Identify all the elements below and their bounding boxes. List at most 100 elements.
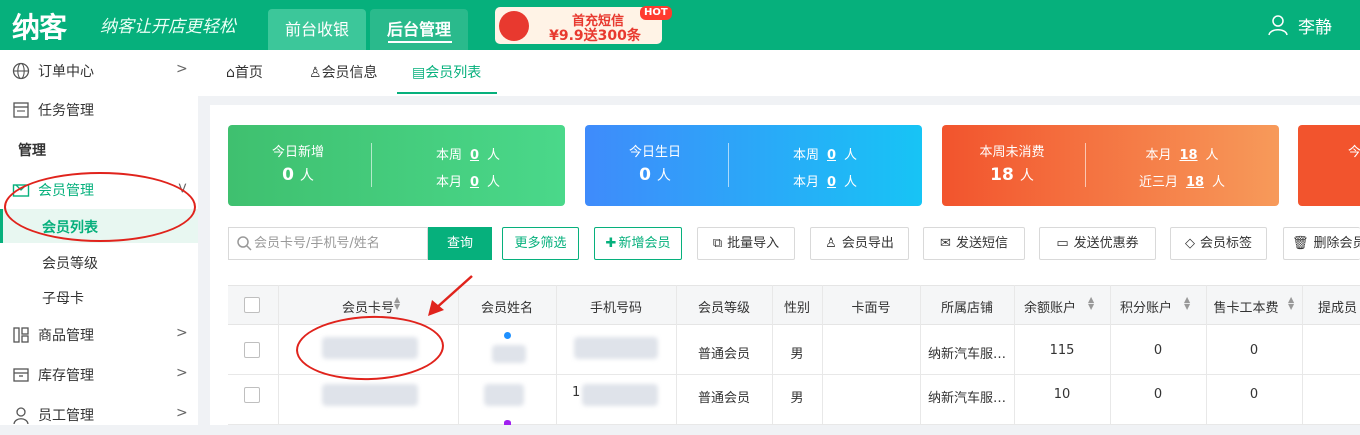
sidebar-sub-label: 子母卡	[42, 291, 84, 307]
stat-card-no-consumption-week[interactable]: 本周未消费 18 人 本月 18 人 近三月 18 人	[942, 125, 1279, 206]
sidebar-sub-member-level[interactable]: 会员等级	[0, 245, 198, 279]
sort-icon[interactable]: ▲ ▼	[1184, 296, 1190, 311]
status-dot	[504, 332, 511, 339]
col-commission[interactable]: 提成员	[1318, 297, 1360, 316]
chevron-right-icon: >	[176, 405, 188, 421]
tab-member-info[interactable]: ♙会员信息	[309, 62, 378, 82]
nav-back-office[interactable]: 后台管理	[370, 9, 468, 50]
masked-member-name	[492, 345, 526, 363]
export-member-button[interactable]: ♙ 会员导出	[810, 227, 909, 260]
sort-icon[interactable]: ▲ ▼	[1088, 296, 1094, 311]
column-divider	[772, 285, 773, 425]
sidebar-item-label: 管理	[18, 143, 46, 159]
stat-month: 本月 0 人	[792, 175, 858, 190]
sidebar-item-inventory[interactable]: 库存管理 >	[0, 355, 198, 395]
row-checkbox[interactable]	[244, 342, 260, 358]
sidebar-item-label: 商品管理	[38, 328, 94, 344]
sidebar-item-tasks[interactable]: 任务管理	[0, 90, 198, 130]
stat-value: 0人	[282, 165, 314, 185]
task-icon	[13, 102, 29, 118]
sidebar-item-label: 任务管理	[38, 103, 94, 119]
column-divider	[822, 285, 823, 425]
send-sms-button[interactable]: ✉ 发送短信	[923, 227, 1025, 260]
tab-member-list[interactable]: ▤会员列表	[412, 62, 481, 82]
staff-icon	[13, 407, 29, 424]
sidebar-sub-parent-child-card[interactable]: 子母卡	[0, 280, 198, 314]
button-label: 新增会员	[618, 236, 671, 251]
stat-card-birthday-today[interactable]: 今日生日 0人 本周 0 人 本月 0 人	[585, 125, 922, 206]
col-card-fee[interactable]: 售卡工本费	[1206, 297, 1286, 316]
stat-week: 本周 0 人	[435, 148, 501, 163]
add-member-button[interactable]: ✚ 新增会员	[594, 227, 682, 260]
stat-card-new-today[interactable]: 今日新增 0人 本周 0 人 本月 0 人	[228, 125, 565, 206]
stat-card-partial[interactable]: 今	[1298, 125, 1360, 206]
cell-level: 普通会员	[697, 347, 750, 362]
chevron-right-icon: >	[176, 61, 188, 77]
col-phone[interactable]: 手机号码	[556, 297, 676, 316]
sort-icon[interactable]: ▲ ▼	[394, 296, 400, 311]
chevron-right-icon: >	[176, 325, 188, 341]
cell-level: 普通会员	[697, 391, 750, 406]
sidebar-item-products[interactable]: 商品管理 >	[0, 315, 198, 355]
sidebar-item-staff[interactable]: 员工管理 >	[0, 395, 198, 435]
user-name[interactable]: 李静	[1298, 13, 1332, 38]
search-input[interactable]	[252, 228, 424, 259]
tab-home[interactable]: ⌂首页	[226, 62, 263, 82]
row-checkbox[interactable]	[244, 387, 260, 403]
cell-balance: 10	[1053, 387, 1071, 402]
more-filter-button[interactable]: 更多筛选	[502, 227, 579, 260]
sidebar-item-orders[interactable]: 订单中心 >	[0, 51, 198, 91]
button-label: 会员导出	[841, 236, 894, 251]
column-divider	[1014, 285, 1015, 425]
coupon-icon: ▭	[1056, 236, 1069, 251]
col-balance[interactable]: 余额账户	[1014, 297, 1086, 316]
stat-month: 本月 18 人	[1145, 148, 1219, 163]
stat-value: 18 人	[990, 165, 1034, 185]
tab-active-indicator	[397, 92, 497, 94]
cell-points: 0	[1153, 343, 1163, 358]
stat-divider	[728, 143, 729, 187]
send-coupon-button[interactable]: ▭ 发送优惠券	[1039, 227, 1156, 260]
button-label: 会员标签	[1199, 236, 1252, 251]
column-divider	[278, 285, 279, 425]
col-gender[interactable]: 性别	[772, 297, 822, 316]
app-logo[interactable]: 纳客	[12, 6, 67, 46]
chevron-right-icon: >	[176, 365, 188, 381]
cell-balance: 115	[1049, 343, 1075, 358]
button-label: 发送优惠券	[1073, 236, 1139, 251]
stat-title: 今	[1348, 145, 1360, 160]
import-icon: ⧉	[712, 236, 723, 251]
bulk-import-button[interactable]: ⧉ 批量导入	[697, 227, 795, 260]
select-all-checkbox[interactable]	[244, 297, 260, 313]
stat-week: 本周 0 人	[792, 148, 858, 163]
sidebar-item-manage[interactable]: 管理	[0, 130, 198, 170]
sidebar-item-label: 库存管理	[38, 368, 94, 384]
delete-member-button[interactable]: 🗑 删除会员	[1283, 227, 1360, 260]
member-tag-button[interactable]: ◇ 会员标签	[1170, 227, 1267, 260]
sort-icon[interactable]: ▲ ▼	[1288, 296, 1294, 311]
masked-member-name	[484, 384, 524, 406]
button-label: 批量导入	[727, 236, 780, 251]
cell-gender: 男	[790, 347, 804, 362]
search-icon	[237, 236, 252, 251]
stat-three-months: 近三月 18 人	[1138, 175, 1226, 190]
column-divider	[556, 285, 557, 425]
tab-label: 会员信息	[321, 65, 378, 81]
column-divider	[1206, 285, 1207, 425]
nav-front-cashier[interactable]: 前台收银	[268, 9, 366, 50]
col-points[interactable]: 积分账户	[1110, 297, 1182, 316]
col-card-face[interactable]: 卡面号	[822, 297, 920, 316]
col-store[interactable]: 所属店铺	[920, 297, 1014, 316]
search-button[interactable]: 查询	[428, 227, 492, 260]
user-icon[interactable]	[1268, 14, 1288, 36]
button-label: 删除会员	[1313, 236, 1360, 251]
cell-store: 纳新汽车服…	[927, 391, 1006, 406]
plus-icon: ✚	[605, 236, 617, 251]
masked-phone	[574, 337, 658, 359]
sidebar-item-label: 订单中心	[38, 64, 94, 80]
stat-value: 0人	[639, 165, 671, 185]
user-export-icon: ♙	[825, 236, 837, 251]
stat-title: 今日新增	[271, 145, 324, 160]
button-label: 发送短信	[955, 236, 1008, 251]
col-member-level[interactable]: 会员等级	[676, 297, 772, 316]
